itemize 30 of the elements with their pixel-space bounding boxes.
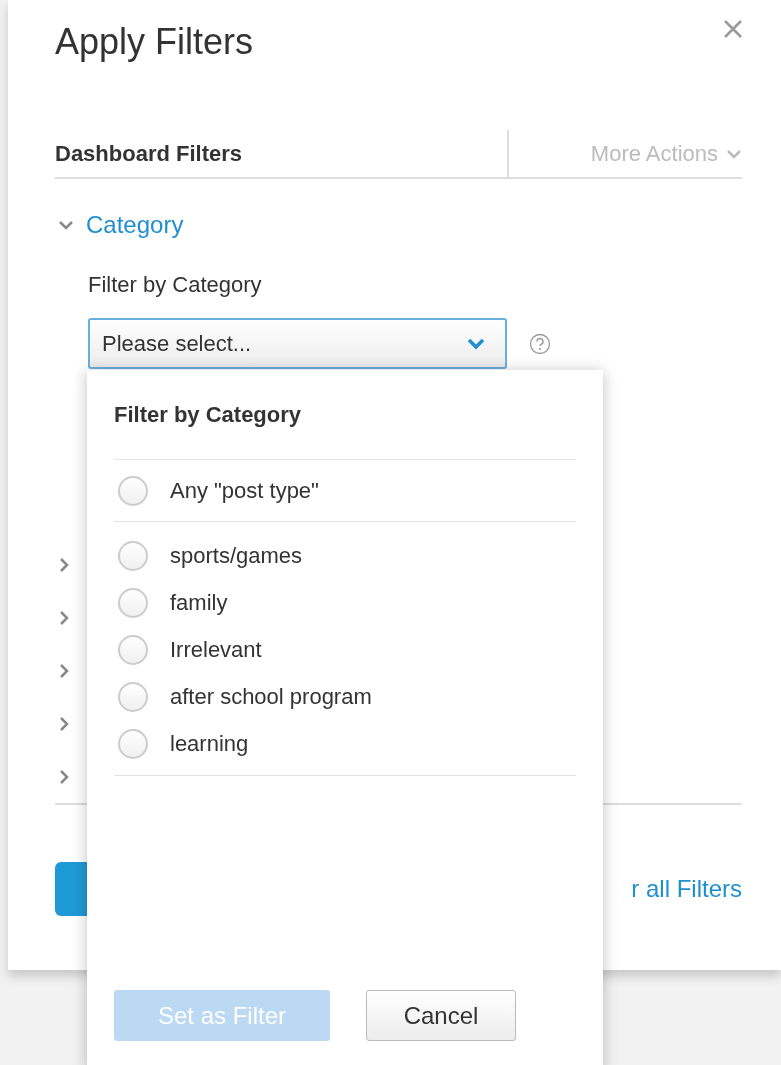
radio-button[interactable] [118,475,148,506]
chevron-right-icon[interactable] [59,662,71,679]
chevron-right-icon[interactable] [59,556,71,573]
option-label[interactable]: sports/games [170,539,303,572]
cancel-button[interactable]: Cancel [366,990,516,1041]
radio-button[interactable] [118,681,148,712]
chevron-right-icon[interactable] [59,609,71,626]
chevron-down-icon [726,148,742,159]
option-label[interactable]: family [170,586,228,619]
radio-button[interactable] [118,634,148,665]
popup-title: Filter by Category [114,370,576,460]
category-select[interactable]: Please select... [88,318,507,369]
option-label[interactable]: Any "post type" [170,474,319,507]
option-label[interactable]: Irrelevant [170,633,262,666]
radio-button[interactable] [118,540,148,571]
option-label[interactable]: learning [170,727,249,760]
help-icon[interactable] [529,332,551,355]
section-heading: Dashboard Filters [55,140,244,168]
dialog-title: Apply Filters [55,20,254,64]
radio-button[interactable] [118,728,148,759]
radio-button[interactable] [118,587,148,618]
chevron-down-icon[interactable] [58,220,74,230]
chevron-right-icon[interactable] [59,768,71,785]
filter-group-title[interactable]: Category [86,207,184,243]
chevron-down-icon [467,337,485,350]
close-icon[interactable] [722,18,744,40]
option-label[interactable]: after school program [170,680,372,713]
clear-filters-link[interactable]: r all Filters [631,871,742,907]
field-label: Filter by Category [88,270,263,299]
chevron-right-icon[interactable] [59,715,71,732]
